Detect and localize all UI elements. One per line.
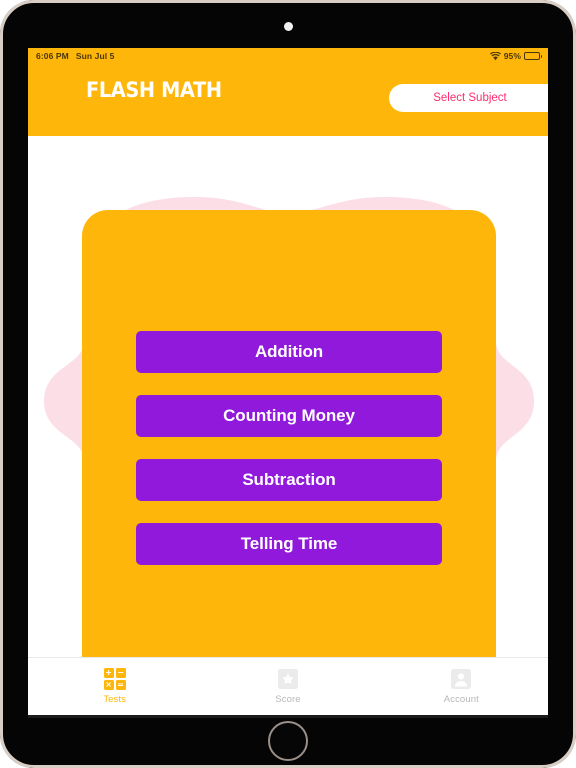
screen-bottom-edge	[28, 715, 548, 718]
main-content: Addition Counting Money Subtraction Tell…	[28, 136, 548, 657]
grid-symbol-minus: −	[115, 667, 126, 678]
app-logo: FLASH MATH	[86, 78, 222, 102]
battery-icon	[524, 52, 542, 60]
app-screen: 6:06 PM Sun Jul 5 95% FLASH MATH Select …	[28, 48, 548, 718]
grid-symbol-plus: +	[103, 667, 114, 678]
status-time: 6:06 PM	[36, 51, 69, 61]
tab-account[interactable]: Account	[375, 658, 548, 718]
person-icon	[451, 668, 472, 689]
subject-button-addition[interactable]: Addition	[136, 331, 442, 373]
bottom-tab-bar: + − × = Tests Score Account	[28, 657, 548, 718]
grid-symbol-equals: =	[115, 679, 126, 690]
camera-dot-icon	[284, 22, 293, 31]
status-date: Sun Jul 5	[75, 51, 115, 61]
tab-label-score: Score	[275, 693, 301, 705]
math-grid-icon: + − × =	[103, 667, 126, 690]
home-button[interactable]	[268, 721, 308, 761]
star-icon	[277, 668, 298, 689]
select-subject-button[interactable]: Select Subject	[389, 84, 548, 112]
device-frame: 6:06 PM Sun Jul 5 95% FLASH MATH Select …	[0, 0, 576, 768]
subject-button-list: Addition Counting Money Subtraction Tell…	[136, 331, 442, 565]
status-bar-left: 6:06 PM Sun Jul 5	[36, 51, 115, 61]
subject-button-subtraction[interactable]: Subtraction	[136, 459, 442, 501]
status-bar-right: 95%	[489, 51, 542, 61]
subject-button-telling-time[interactable]: Telling Time	[136, 523, 442, 565]
tab-label-tests: Tests	[103, 693, 126, 705]
status-bar: 6:06 PM Sun Jul 5 95%	[28, 48, 548, 64]
subject-button-counting-money[interactable]: Counting Money	[136, 395, 442, 437]
grid-symbol-times: ×	[103, 679, 114, 690]
wifi-icon	[489, 51, 501, 60]
tab-score[interactable]: Score	[201, 658, 374, 718]
tab-label-account: Account	[443, 693, 479, 705]
battery-percent-label: 95%	[503, 51, 521, 61]
tab-tests[interactable]: + − × = Tests	[28, 658, 201, 718]
